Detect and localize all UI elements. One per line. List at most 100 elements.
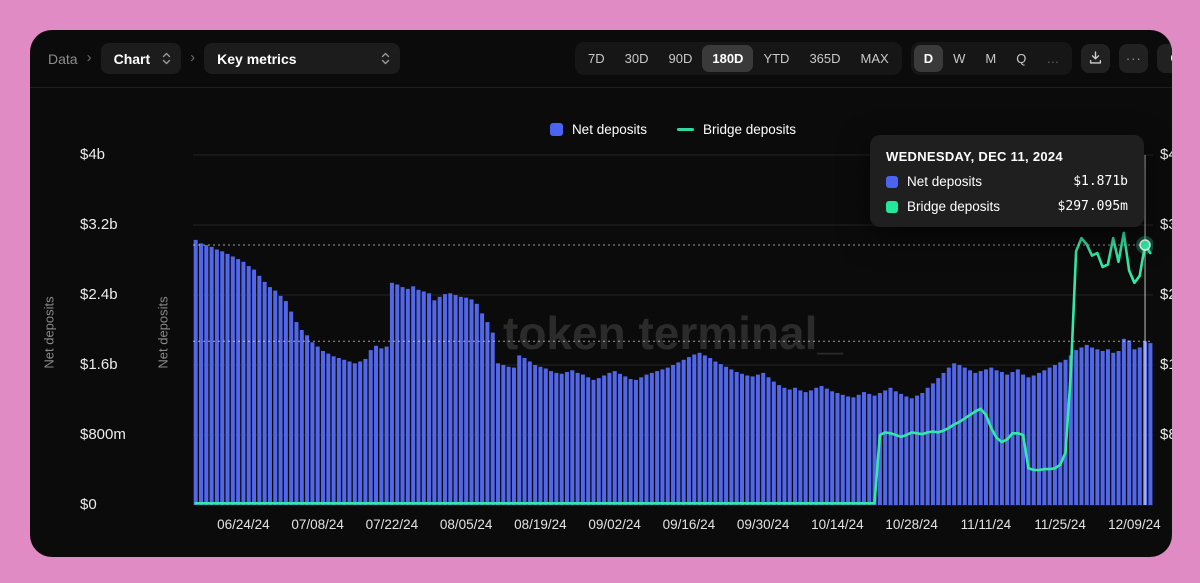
- net-deposits-bar[interactable]: [321, 351, 325, 505]
- net-deposits-bar[interactable]: [326, 354, 330, 505]
- net-deposits-bar[interactable]: [1000, 372, 1004, 505]
- net-deposits-bar[interactable]: [936, 378, 940, 505]
- net-deposits-bar[interactable]: [369, 350, 373, 505]
- net-deposits-bar[interactable]: [501, 365, 505, 505]
- net-deposits-bar[interactable]: [645, 375, 649, 505]
- net-deposits-bar[interactable]: [385, 347, 389, 505]
- net-deposits-bar[interactable]: [1016, 369, 1020, 505]
- net-deposits-bar[interactable]: [1037, 373, 1041, 505]
- net-deposits-bar[interactable]: [337, 358, 341, 505]
- net-deposits-bar[interactable]: [416, 290, 420, 505]
- net-deposits-bar[interactable]: [507, 367, 511, 505]
- net-deposits-bar[interactable]: [236, 259, 240, 505]
- net-deposits-bar[interactable]: [533, 365, 537, 505]
- interval-button-m[interactable]: M: [975, 45, 1006, 72]
- net-deposits-bar[interactable]: [252, 270, 256, 505]
- net-deposits-bar[interactable]: [1079, 348, 1083, 506]
- net-deposits-bar[interactable]: [751, 376, 755, 505]
- net-deposits-bar[interactable]: [263, 282, 267, 505]
- net-deposits-bar[interactable]: [199, 243, 203, 505]
- net-deposits-bar[interactable]: [1032, 376, 1036, 506]
- net-deposits-bar[interactable]: [904, 397, 908, 506]
- net-deposits-bar[interactable]: [353, 363, 357, 505]
- net-deposits-bar[interactable]: [825, 389, 829, 505]
- net-deposits-bar[interactable]: [814, 388, 818, 505]
- net-deposits-bar[interactable]: [257, 276, 261, 505]
- net-deposits-bar[interactable]: [777, 385, 781, 505]
- legend-item[interactable]: Bridge deposits: [677, 122, 796, 137]
- net-deposits-bar[interactable]: [713, 362, 717, 506]
- net-deposits-bar[interactable]: [1026, 377, 1030, 505]
- net-deposits-bar[interactable]: [952, 363, 956, 505]
- net-deposits-bar[interactable]: [470, 299, 474, 505]
- net-deposits-bar[interactable]: [719, 364, 723, 505]
- net-deposits-bar[interactable]: [316, 347, 320, 505]
- range-button-180d[interactable]: 180D: [702, 45, 753, 72]
- net-deposits-bar[interactable]: [708, 358, 712, 505]
- net-deposits-bar[interactable]: [342, 360, 346, 505]
- net-deposits-bar[interactable]: [475, 304, 479, 505]
- net-deposits-bar[interactable]: [220, 251, 224, 505]
- net-deposits-bar[interactable]: [973, 373, 977, 505]
- net-deposits-bar[interactable]: [570, 370, 574, 505]
- net-deposits-bar[interactable]: [1058, 362, 1062, 505]
- net-deposits-bar[interactable]: [767, 377, 771, 505]
- net-deposits-bar[interactable]: [857, 395, 861, 505]
- net-deposits-bar[interactable]: [915, 396, 919, 505]
- net-deposits-bar[interactable]: [586, 377, 590, 505]
- partial-cutoff-button[interactable]: O: [1157, 44, 1172, 73]
- net-deposits-bar[interactable]: [830, 391, 834, 505]
- net-deposits-bar[interactable]: [894, 391, 898, 505]
- net-deposits-bar[interactable]: [411, 286, 415, 505]
- net-deposits-bar[interactable]: [289, 312, 293, 505]
- net-deposits-bar[interactable]: [1011, 372, 1015, 505]
- net-deposits-bar[interactable]: [809, 390, 813, 505]
- net-deposits-bar[interactable]: [782, 388, 786, 505]
- chart-type-dropdown[interactable]: Chart: [101, 43, 182, 74]
- net-deposits-bar[interactable]: [639, 377, 643, 505]
- net-deposits-bar[interactable]: [1048, 368, 1052, 505]
- net-deposits-bar[interactable]: [438, 297, 442, 505]
- net-deposits-bar[interactable]: [692, 355, 696, 506]
- net-deposits-bar[interactable]: [554, 373, 558, 505]
- net-deposits-bar[interactable]: [363, 359, 367, 505]
- net-deposits-bar[interactable]: [305, 335, 309, 505]
- net-deposits-bar[interactable]: [300, 330, 304, 505]
- net-deposits-bar[interactable]: [899, 394, 903, 505]
- net-deposits-bar[interactable]: [231, 257, 235, 506]
- net-deposits-bar[interactable]: [390, 283, 394, 505]
- net-deposits-bar[interactable]: [294, 322, 298, 505]
- net-deposits-bar[interactable]: [512, 368, 516, 505]
- net-deposits-bar[interactable]: [1148, 343, 1152, 505]
- net-deposits-bar[interactable]: [634, 380, 638, 505]
- net-deposits-bar[interactable]: [226, 254, 230, 505]
- net-deposits-bar[interactable]: [687, 357, 691, 505]
- net-deposits-bar[interactable]: [1127, 341, 1131, 506]
- net-deposits-bar[interactable]: [448, 293, 452, 505]
- net-deposits-bar[interactable]: [1138, 348, 1142, 506]
- net-deposits-bar[interactable]: [910, 398, 914, 505]
- net-deposits-bar[interactable]: [676, 362, 680, 505]
- net-deposits-bar[interactable]: [576, 373, 580, 505]
- range-button-90d[interactable]: 90D: [659, 45, 703, 72]
- net-deposits-bar[interactable]: [1117, 351, 1121, 505]
- net-deposits-bar[interactable]: [660, 369, 664, 505]
- interval-button-w[interactable]: W: [943, 45, 975, 72]
- net-deposits-bar[interactable]: [926, 388, 930, 505]
- net-deposits-bar[interactable]: [517, 355, 521, 505]
- interval-button-…[interactable]: …: [1036, 45, 1069, 72]
- net-deposits-bar[interactable]: [931, 383, 935, 505]
- net-deposits-bar[interactable]: [538, 367, 542, 505]
- net-deposits-bar[interactable]: [279, 296, 283, 505]
- net-deposits-bar[interactable]: [703, 355, 707, 505]
- net-deposits-bar[interactable]: [459, 297, 463, 505]
- net-deposits-bar[interactable]: [1111, 353, 1115, 505]
- legend-item[interactable]: Net deposits: [550, 122, 647, 137]
- net-deposits-bar[interactable]: [618, 374, 622, 505]
- net-deposits-bar[interactable]: [862, 392, 866, 505]
- net-deposits-bar[interactable]: [454, 295, 458, 505]
- range-button-30d[interactable]: 30D: [615, 45, 659, 72]
- net-deposits-bar[interactable]: [443, 294, 447, 505]
- net-deposits-bar[interactable]: [851, 397, 855, 505]
- net-deposits-bar[interactable]: [204, 245, 208, 505]
